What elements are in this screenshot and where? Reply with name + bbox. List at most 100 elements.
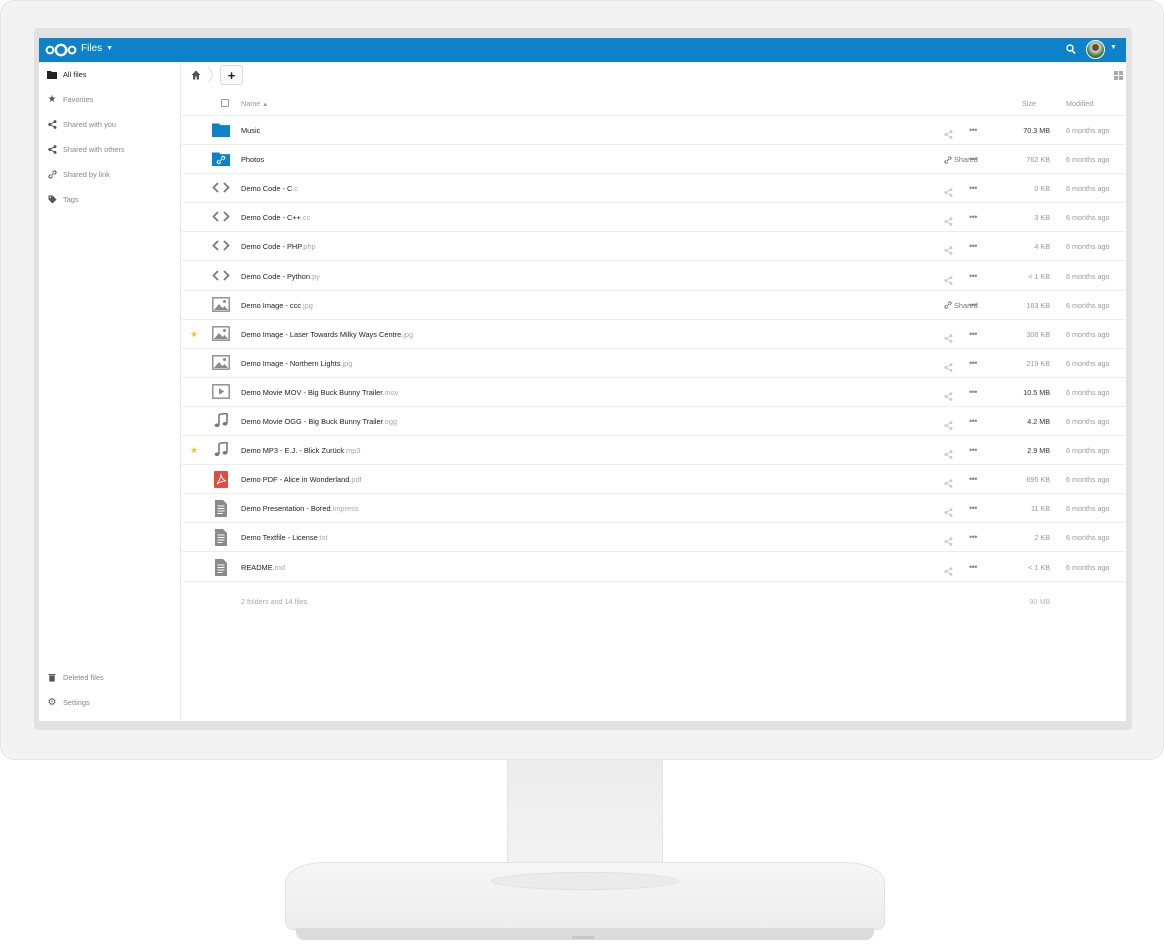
share-icon[interactable] bbox=[944, 184, 953, 197]
table-row[interactable]: Music ••• 70.3 MB 6 months ago bbox=[182, 116, 1126, 145]
table-row[interactable]: ★ Demo MP3 - E.J. - Blick Zurück.mp3 ••• 2.… bbox=[182, 436, 1126, 466]
file-name[interactable]: Demo Image - Laser Towards Milky Ways Ce… bbox=[241, 330, 413, 339]
more-actions-icon[interactable]: ••• bbox=[969, 445, 977, 455]
file-size: 163 KB bbox=[1026, 300, 1050, 310]
file-name[interactable]: Demo Code - C++.cc bbox=[241, 213, 310, 222]
new-file-button[interactable]: + bbox=[220, 65, 243, 85]
more-actions-icon[interactable]: ••• bbox=[969, 503, 977, 513]
file-basename: Demo Image - ccc bbox=[241, 300, 301, 310]
more-actions-icon[interactable]: ••• bbox=[969, 329, 977, 339]
file-name[interactable]: Music bbox=[241, 126, 260, 135]
app-name: Files bbox=[81, 43, 103, 54]
file-basename: Demo Presentation - Bored bbox=[241, 504, 331, 514]
table-row[interactable]: Demo Movie OGG - Big Buck Bunny Trailer.… bbox=[182, 407, 1126, 436]
more-actions-icon[interactable]: ••• bbox=[969, 241, 977, 251]
app-menu-button[interactable]: Files ▼ bbox=[81, 43, 113, 54]
column-header-modified[interactable]: Modified bbox=[1066, 99, 1093, 108]
table-row[interactable]: Demo Presentation - Bored.impress ••• 11 K… bbox=[182, 494, 1126, 524]
more-actions-icon[interactable]: ••• bbox=[969, 212, 977, 222]
more-actions-icon[interactable]: ••• bbox=[969, 532, 977, 542]
sidebar-item-shared-with-you[interactable]: Shared with you bbox=[39, 112, 181, 136]
file-name[interactable]: Demo MP3 - E.J. - Blick Zurück.mp3 bbox=[241, 446, 361, 455]
file-name[interactable]: Demo Movie MOV - Big Buck Bunny Trailer.… bbox=[241, 388, 398, 397]
more-actions-icon[interactable]: ••• bbox=[969, 474, 977, 484]
file-name[interactable]: README.md bbox=[241, 563, 285, 572]
table-row[interactable]: Demo Movie MOV - Big Buck Bunny Trailer.… bbox=[182, 378, 1126, 407]
sidebar-item-favorites[interactable]: ★ Favorites bbox=[39, 87, 181, 111]
more-actions-icon[interactable]: ••• bbox=[969, 416, 977, 426]
file-count-summary: 2 folders and 14 files bbox=[241, 597, 308, 606]
grid-view-icon[interactable] bbox=[1114, 71, 1123, 80]
home-icon[interactable] bbox=[191, 70, 201, 80]
table-row[interactable]: Demo Image - ccc.jpg Shared ••• 163 KB 6 mon… bbox=[182, 291, 1126, 320]
share-icon[interactable] bbox=[944, 563, 953, 576]
file-name[interactable]: Demo Code - PHP.php bbox=[241, 242, 316, 251]
favorite-star-icon[interactable]: ★ bbox=[190, 329, 198, 340]
file-size: 3 KB bbox=[1034, 213, 1050, 223]
file-name[interactable]: Demo Code - Python.py bbox=[241, 272, 320, 281]
favorite-star-icon[interactable]: ★ bbox=[190, 445, 198, 456]
share-icon[interactable] bbox=[944, 504, 953, 518]
file-size: 2 KB bbox=[1034, 533, 1050, 543]
sidebar-item-settings[interactable]: ⚙ Settings bbox=[39, 690, 181, 714]
table-row[interactable]: Photos Shared ••• 762 KB 6 months ago bbox=[182, 145, 1126, 175]
share-icon[interactable] bbox=[944, 330, 953, 343]
file-size: 10.5 MB bbox=[1023, 387, 1050, 397]
nextcloud-logo-icon[interactable] bbox=[45, 43, 77, 57]
file-name[interactable]: Demo Image - Northern Lights.jpg bbox=[241, 359, 352, 368]
sidebar-item-tags[interactable]: Tags bbox=[39, 187, 181, 211]
table-row[interactable]: Demo Code - PHP.php ••• 4 KB 6 months ago bbox=[182, 232, 1126, 262]
sidebar-item-all-files[interactable]: All files bbox=[39, 62, 181, 86]
file-table-header: Name ▲ Size Modified bbox=[182, 91, 1126, 116]
file-size: 4 KB bbox=[1034, 242, 1050, 252]
sidebar-item-label: Shared with others bbox=[63, 144, 125, 154]
column-header-name[interactable]: Name ▲ bbox=[241, 99, 268, 108]
file-name[interactable]: Demo Presentation - Bored.impress bbox=[241, 504, 359, 513]
sidebar-item-label: Tags bbox=[63, 194, 79, 204]
select-all-checkbox[interactable] bbox=[221, 99, 229, 107]
file-basename: Demo PDF - Alice in Wonderland bbox=[241, 475, 350, 485]
search-icon[interactable] bbox=[1066, 44, 1076, 55]
more-actions-icon[interactable]: ••• bbox=[969, 358, 977, 368]
screen: Files ▼ ▼ All files ★ Favorites Shared w… bbox=[39, 38, 1126, 721]
sidebar-item-deleted-files[interactable]: Deleted files bbox=[39, 665, 181, 689]
more-actions-icon[interactable]: ••• bbox=[969, 125, 977, 135]
file-name[interactable]: Demo Code - C.c bbox=[241, 184, 298, 193]
more-actions-icon[interactable]: ••• bbox=[969, 183, 977, 193]
share-icon[interactable] bbox=[944, 446, 953, 459]
sidebar-item-shared-by-link[interactable]: Shared by link bbox=[39, 162, 181, 186]
share-icon[interactable] bbox=[944, 388, 953, 401]
video-file-icon bbox=[212, 383, 230, 401]
column-header-size[interactable]: Size bbox=[1022, 99, 1036, 108]
chevron-down-icon[interactable]: ▼ bbox=[1110, 44, 1117, 51]
share-icon[interactable] bbox=[944, 475, 953, 488]
table-row[interactable]: Demo Code - C++.cc ••• 3 KB 6 months ago bbox=[182, 203, 1126, 233]
more-actions-icon[interactable]: ••• bbox=[969, 387, 977, 397]
file-modified: 6 months ago bbox=[1066, 358, 1110, 368]
file-name[interactable]: Demo Textfile - License.txt bbox=[241, 533, 328, 542]
table-row[interactable]: README.md ••• < 1 KB 6 months ago bbox=[182, 553, 1126, 582]
more-actions-icon[interactable]: ••• bbox=[969, 300, 977, 310]
more-actions-icon[interactable]: ••• bbox=[969, 154, 977, 164]
share-icon[interactable] bbox=[944, 417, 953, 430]
share-icon[interactable] bbox=[944, 533, 953, 547]
file-name[interactable]: Demo PDF - Alice in Wonderland.pdf bbox=[241, 475, 362, 484]
table-row[interactable]: Demo Textfile - License.txt ••• 2 KB 6 mont… bbox=[182, 523, 1126, 553]
table-row[interactable]: ★ Demo Image - Laser Towards Milky Ways C… bbox=[182, 320, 1126, 349]
share-icon[interactable] bbox=[944, 126, 953, 139]
more-actions-icon[interactable]: ••• bbox=[969, 562, 977, 572]
file-name[interactable]: Demo Movie OGG - Big Buck Bunny Trailer.… bbox=[241, 417, 397, 426]
file-name[interactable]: Demo Image - ccc.jpg bbox=[241, 301, 313, 310]
table-row[interactable]: Demo Code - Python.py ••• < 1 KB 6 months a… bbox=[182, 262, 1126, 291]
table-row[interactable]: Demo Image - Northern Lights.jpg ••• 219 K… bbox=[182, 349, 1126, 378]
share-icon[interactable] bbox=[944, 242, 953, 256]
user-avatar[interactable] bbox=[1086, 40, 1105, 59]
share-icon[interactable] bbox=[944, 213, 953, 227]
sidebar-item-shared-with-others[interactable]: Shared with others bbox=[39, 137, 181, 161]
table-row[interactable]: Demo Code - C.c ••• 0 KB 6 months ago bbox=[182, 174, 1126, 204]
more-actions-icon[interactable]: ••• bbox=[969, 271, 977, 281]
file-name[interactable]: Photos bbox=[241, 155, 264, 164]
table-row[interactable]: Demo PDF - Alice in Wonderland.pdf ••• 695… bbox=[182, 465, 1126, 495]
share-icon[interactable] bbox=[944, 272, 953, 285]
share-icon[interactable] bbox=[944, 359, 953, 372]
